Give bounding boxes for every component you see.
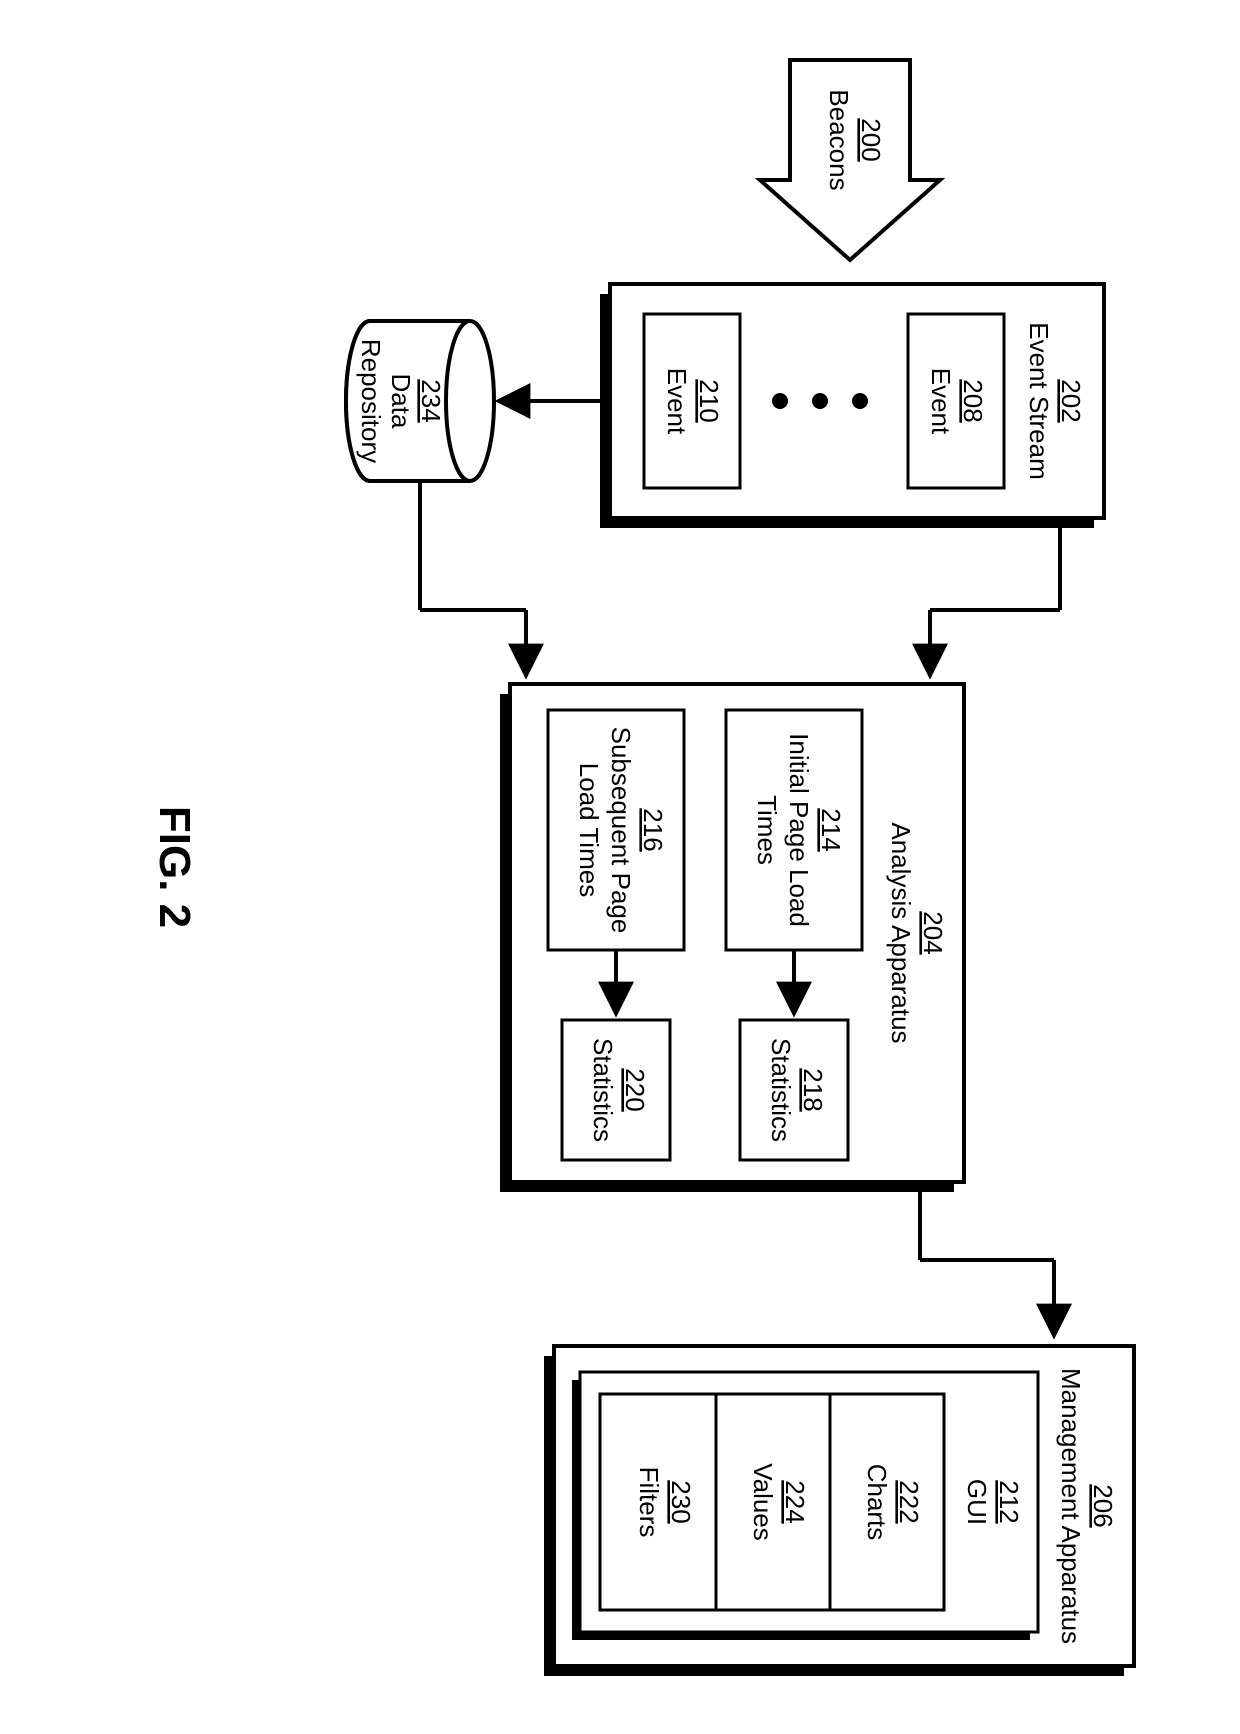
svg-text:200: 200 (856, 118, 886, 161)
svg-text:218: 218 (798, 1068, 828, 1111)
subsequent-load-label1: Subsequent Page (606, 727, 636, 934)
filters-num: 230 (666, 1480, 696, 1523)
svg-text:202: 202 (1056, 379, 1086, 422)
initial-load-label2: Times (752, 795, 782, 865)
filters-label: Filters (634, 1467, 664, 1538)
ellipsis-dot (812, 393, 828, 409)
event-stream-label: Event Stream (1024, 322, 1054, 480)
svg-text:222: 222 (894, 1480, 924, 1523)
event-num-1: 210 (694, 379, 724, 422)
event-label-0: Event (926, 368, 956, 435)
svg-text:216: 216 (638, 808, 668, 851)
svg-text:234: 234 (416, 379, 446, 422)
data-repository: 234 Data Repository (346, 321, 494, 481)
svg-text:210: 210 (694, 379, 724, 422)
figure-caption: FIG. 2 (150, 806, 199, 928)
diagram-stage: 200 Beacons 202 Event Stream 208 Event 2… (0, 0, 1240, 1734)
data-repo-label1: Data (386, 374, 416, 429)
mgmt-label: Management Apparatus (1056, 1368, 1086, 1644)
event-num-0: 208 (958, 379, 988, 422)
initial-load-num: 214 (816, 808, 846, 851)
event-box (644, 314, 740, 488)
beacons-arrow: 200 Beacons (760, 60, 940, 260)
data-repo-label2: Repository (356, 339, 386, 463)
analysis-num: 204 (918, 911, 948, 954)
svg-text:224: 224 (780, 1480, 810, 1523)
svg-text:208: 208 (958, 379, 988, 422)
ellipsis-dot (852, 393, 868, 409)
stats-num-1: 220 (620, 1068, 650, 1111)
beacons-num: 200 (856, 118, 886, 161)
initial-load-label1: Initial Page Load (784, 733, 814, 927)
svg-text:220: 220 (620, 1068, 650, 1111)
beacons-label: Beacons (824, 89, 854, 190)
stats-num-0: 218 (798, 1068, 828, 1111)
svg-text:230: 230 (666, 1480, 696, 1523)
analysis-apparatus-box: 204 Analysis Apparatus 214 Initial Page … (500, 684, 964, 1192)
values-num: 224 (780, 1480, 810, 1523)
gui-num: 212 (994, 1480, 1024, 1523)
values-label: Values (748, 1463, 778, 1541)
data-repo-num: 234 (416, 379, 446, 422)
stats-label-1: Statistics (588, 1038, 618, 1142)
diagram-svg: 200 Beacons 202 Event Stream 208 Event 2… (0, 0, 1240, 1734)
charts-num: 222 (894, 1480, 924, 1523)
subsequent-load-num: 216 (638, 808, 668, 851)
ellipsis-dot (772, 393, 788, 409)
stats-label-0: Statistics (766, 1038, 796, 1142)
svg-text:204: 204 (918, 911, 948, 954)
mgmt-num: 206 (1088, 1484, 1118, 1527)
svg-text:206: 206 (1088, 1484, 1118, 1527)
event-stream-num: 202 (1056, 379, 1086, 422)
svg-text:212: 212 (994, 1480, 1024, 1523)
event-stream-box: 202 Event Stream 208 Event 210 Event (600, 284, 1104, 528)
gui-label: GUI (962, 1479, 992, 1525)
subsequent-load-label2: Load Times (574, 763, 604, 897)
event-box (908, 314, 1004, 488)
event-label-1: Event (662, 368, 692, 435)
management-apparatus-box: 206 Management Apparatus 212 GUI 222 Cha… (544, 1346, 1134, 1676)
charts-label: Charts (862, 1464, 892, 1541)
svg-text:214: 214 (816, 808, 846, 851)
analysis-label: Analysis Apparatus (886, 822, 916, 1043)
